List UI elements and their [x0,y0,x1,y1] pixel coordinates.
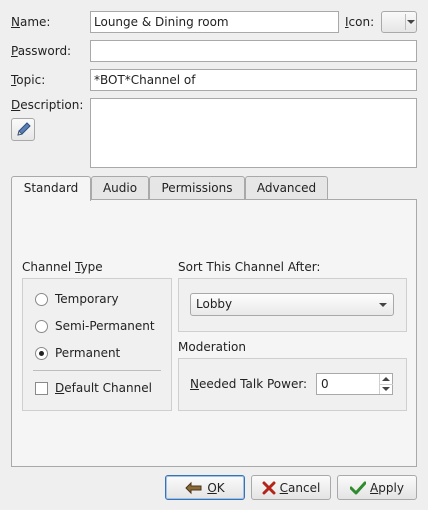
edit-description-button[interactable] [11,118,35,141]
radio-permanent-label[interactable]: Permanent [55,346,120,360]
radio-semi-permanent[interactable] [35,320,48,333]
tab-standard[interactable]: Standard [11,176,91,201]
radio-temporary[interactable] [35,293,48,306]
tab-audio[interactable]: Audio [91,176,149,200]
talk-power-stepper[interactable]: 0 [316,373,393,395]
name-label: Name: [11,15,51,29]
tab-panel-standard: Channel Type Temporary Semi-Permanent Pe… [11,199,417,467]
sort-after-title: Sort This Channel After: [178,260,321,274]
radio-temporary-label[interactable]: Temporary [55,292,119,306]
radio-semi-permanent-label[interactable]: Semi-Permanent [55,319,155,333]
ok-button[interactable]: OK [165,475,245,500]
topic-field[interactable] [90,69,417,91]
channel-type-title: Channel Type [22,260,103,274]
icon-label: Icon: [345,15,375,29]
divider [33,370,161,371]
moderation-group: Needed Talk Power: 0 [178,358,407,411]
pencil-icon [17,122,31,136]
radio-permanent[interactable] [35,347,48,360]
sort-after-group: Lobby [178,278,407,332]
chevron-down-icon [379,303,387,307]
checkmark-icon [350,481,367,494]
password-label: Password: [11,44,72,58]
chevron-down-icon [407,20,415,24]
talk-power-value: 0 [321,377,329,391]
tab-permissions[interactable]: Permissions [149,176,245,200]
spin-up-icon[interactable] [382,377,390,381]
sort-after-select[interactable]: Lobby [190,293,394,316]
spin-down-icon[interactable] [382,387,390,391]
ok-hand-icon [185,481,202,494]
sort-after-value: Lobby [196,297,233,311]
description-field[interactable] [90,98,417,168]
description-label: Description: [11,98,84,112]
topic-label: Topic: [11,73,46,87]
name-field[interactable] [90,11,339,33]
cancel-button[interactable]: Cancel [251,475,331,500]
icon-picker-button[interactable] [381,11,417,33]
default-channel-checkbox[interactable] [35,382,48,395]
channel-type-group: Temporary Semi-Permanent Permanent Defau… [22,278,172,411]
password-field[interactable] [90,40,417,62]
moderation-title: Moderation [178,340,246,354]
default-channel-label[interactable]: Default Channel [55,381,152,395]
talk-power-label: Needed Talk Power: [190,377,308,391]
x-icon [262,481,276,494]
apply-button[interactable]: Apply [337,475,417,500]
tab-advanced[interactable]: Advanced [245,176,328,200]
